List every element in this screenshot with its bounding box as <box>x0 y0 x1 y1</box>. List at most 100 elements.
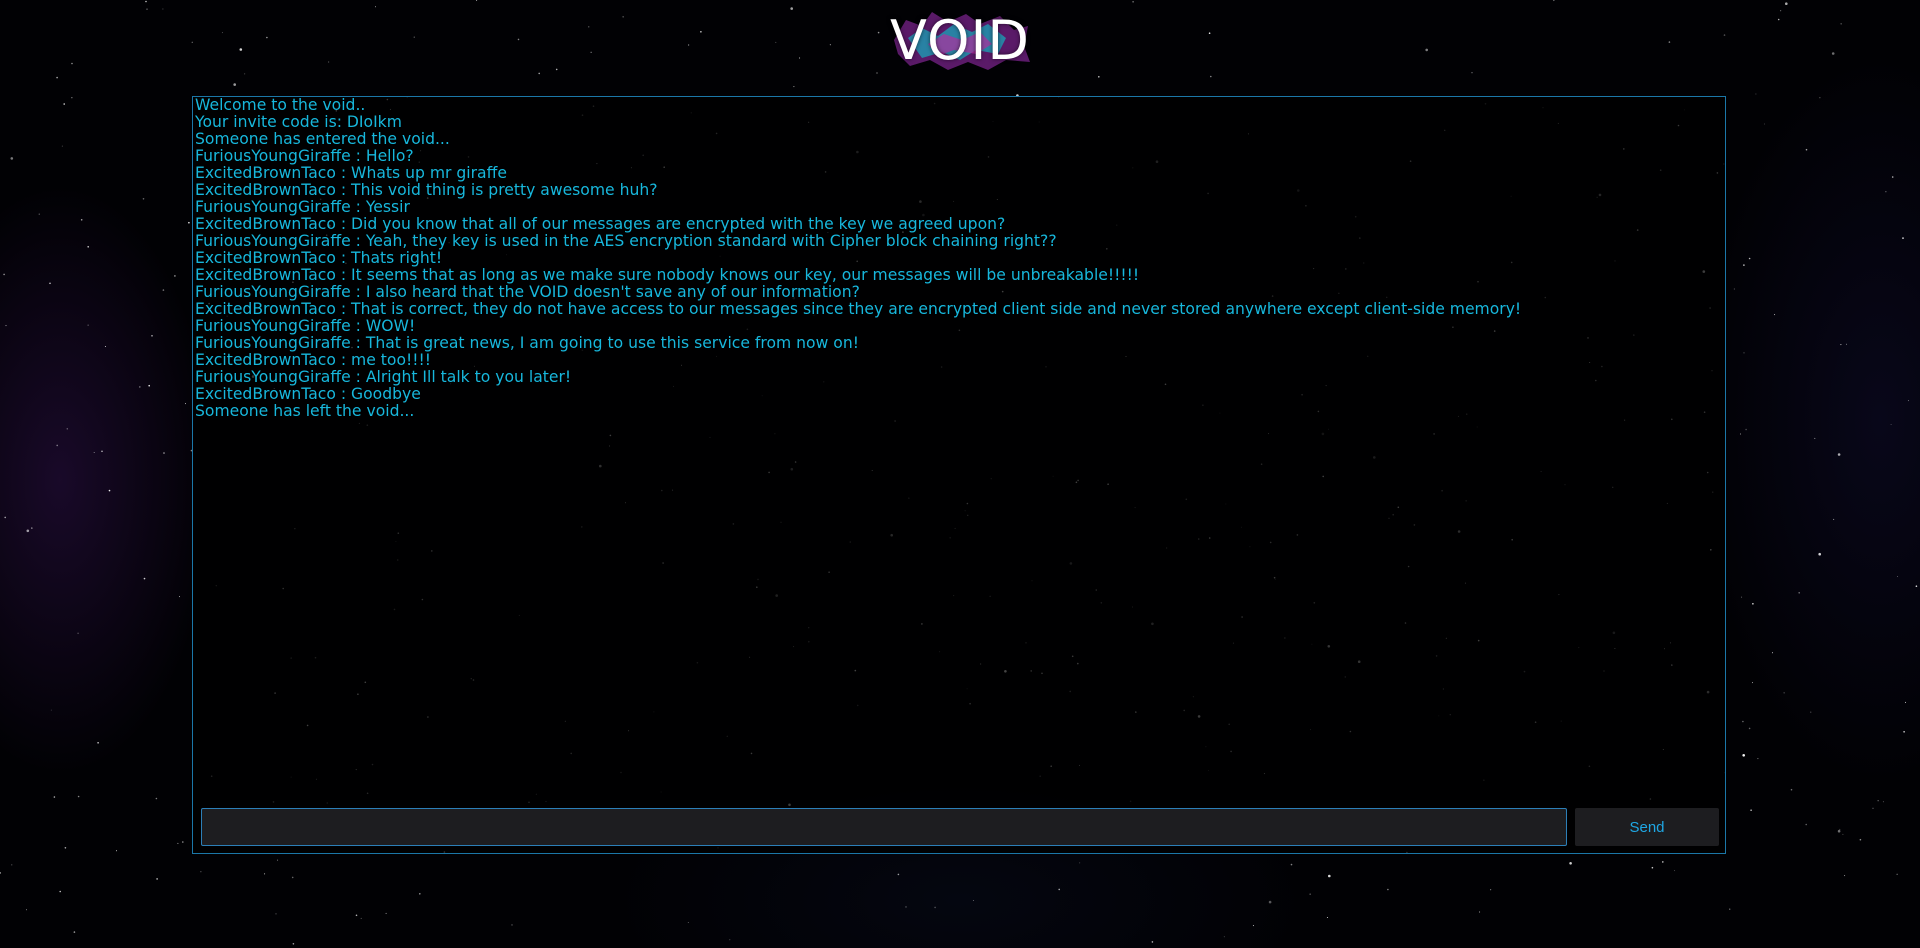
chat-message: ExcitedBrownTaco : It seems that as long… <box>195 266 1140 284</box>
message-log: Welcome to the void.. Your invite code is… <box>193 97 1725 797</box>
star <box>1774 314 1776 316</box>
star <box>38 213 40 215</box>
star <box>1840 344 1842 346</box>
star <box>1425 48 1428 52</box>
star <box>61 145 63 147</box>
chat-message: FuriousYoungGiraffe : That is great news… <box>195 334 859 352</box>
chat-message: FuriousYoungGiraffe : Yessir <box>195 198 410 216</box>
star <box>1915 585 1918 587</box>
star <box>934 906 936 909</box>
star <box>50 709 52 711</box>
star <box>687 922 689 923</box>
chat-message: FuriousYoungGiraffe : Hello? <box>195 147 414 165</box>
star <box>1290 863 1293 866</box>
star <box>1877 800 1879 802</box>
star <box>145 0 147 3</box>
star <box>1268 900 1272 904</box>
star <box>1896 873 1898 875</box>
star <box>77 632 79 635</box>
star <box>1387 888 1389 891</box>
star <box>1309 893 1311 895</box>
star <box>1780 10 1782 12</box>
chat-message: Your invite code is: DIoIkm <box>195 113 402 131</box>
star <box>64 847 67 849</box>
star <box>77 795 80 798</box>
star <box>49 282 51 285</box>
star <box>71 97 73 99</box>
star <box>790 7 793 10</box>
chat-message: ExcitedBrownTaco : That is correct, they… <box>195 300 1522 318</box>
star <box>793 86 795 88</box>
chat-message: FuriousYoungGiraffe : Alright Ill talk t… <box>195 368 572 386</box>
star <box>1223 936 1225 938</box>
chat-message: ExcitedBrownTaco : me too!!!! <box>195 351 431 369</box>
star <box>31 527 33 529</box>
star <box>1326 917 1328 918</box>
star <box>1783 692 1785 694</box>
star <box>87 246 89 248</box>
star <box>622 16 624 18</box>
star <box>188 221 190 224</box>
star <box>142 198 145 200</box>
star <box>191 41 193 43</box>
star <box>179 596 180 598</box>
star <box>221 32 223 34</box>
star <box>588 26 590 28</box>
star <box>897 873 900 876</box>
star <box>116 850 117 852</box>
star <box>1651 866 1654 869</box>
star <box>108 489 111 492</box>
star <box>1741 596 1743 598</box>
star <box>1897 576 1898 577</box>
send-button[interactable]: Send <box>1575 808 1719 846</box>
star <box>26 909 27 911</box>
star <box>233 83 236 86</box>
star <box>163 452 165 454</box>
void-logo: VOID <box>880 4 1040 74</box>
star <box>71 62 73 65</box>
message-input[interactable] <box>201 808 1567 846</box>
chat-message: Welcome to the void.. <box>195 97 366 114</box>
star <box>1755 93 1757 95</box>
star <box>1490 889 1492 891</box>
star <box>1210 75 1212 78</box>
star <box>59 890 61 893</box>
star <box>1859 838 1862 841</box>
star <box>239 48 243 51</box>
star <box>26 529 30 533</box>
star <box>413 36 415 38</box>
star <box>1790 788 1793 791</box>
star <box>93 452 95 453</box>
star <box>1905 701 1906 703</box>
star <box>700 31 702 33</box>
star <box>829 44 831 46</box>
chat-message: ExcitedBrownTaco : Whats up mr giraffe <box>195 164 507 182</box>
star <box>1742 720 1744 723</box>
chat-message: ExcitedBrownTaco : Thats right! <box>195 249 443 267</box>
chat-message: ExcitedBrownTaco : Goodbye <box>195 385 421 403</box>
chat-message: Someone has entered the void... <box>195 130 450 148</box>
star <box>4 516 6 519</box>
star <box>1785 2 1788 5</box>
star <box>538 72 540 75</box>
chat-message: FuriousYoungGiraffe : Yeah, they key is … <box>195 232 1057 250</box>
star <box>101 450 103 453</box>
star <box>1764 123 1765 125</box>
star <box>1748 727 1751 730</box>
star <box>11 864 13 866</box>
star <box>1740 433 1741 435</box>
star <box>517 38 520 41</box>
star <box>1872 807 1874 809</box>
star <box>972 900 974 901</box>
star <box>688 44 690 46</box>
star <box>148 384 150 387</box>
star <box>1885 191 1887 193</box>
star <box>1098 76 1100 78</box>
star <box>1743 264 1745 266</box>
star <box>590 51 592 53</box>
star <box>174 275 176 277</box>
star <box>1882 801 1884 803</box>
star <box>143 577 146 580</box>
star <box>3 273 5 276</box>
star <box>1328 874 1331 878</box>
